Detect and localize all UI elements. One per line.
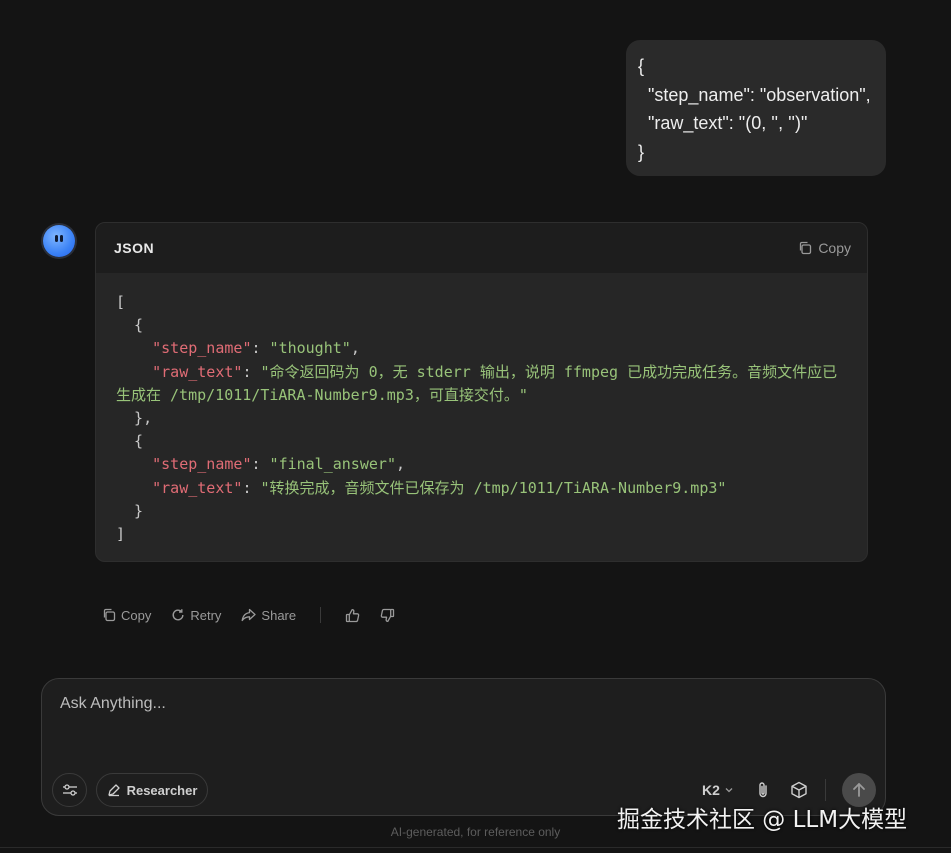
paperclip-icon xyxy=(755,781,771,799)
code-line: "raw_text": "转换完成，音频文件已保存为 /tmp/1011/TiA… xyxy=(152,478,727,497)
code-line: [ xyxy=(116,293,126,311)
copy-message-button[interactable]: Copy xyxy=(102,608,151,623)
assistant-avatar xyxy=(43,225,75,257)
share-button[interactable]: Share xyxy=(241,608,296,623)
code-line: "step_name": "final_answer", xyxy=(152,455,405,474)
attach-button[interactable] xyxy=(752,779,774,801)
copy-icon xyxy=(102,608,116,622)
chat-input-box: Researcher K2 xyxy=(41,678,886,816)
thumbs-down-icon xyxy=(380,608,395,623)
code-block: JSON Copy [ { "step_name": "thought", "r… xyxy=(95,222,868,562)
avatar-eye-left xyxy=(55,235,58,242)
share-icon xyxy=(241,608,257,622)
code-line: { xyxy=(116,316,144,335)
avatar-eye-right xyxy=(60,235,63,242)
code-line: } xyxy=(116,501,144,520)
arrow-up-icon xyxy=(852,782,866,798)
model-label: K2 xyxy=(702,782,720,798)
input-divider xyxy=(825,779,826,801)
model-selector[interactable]: K2 xyxy=(702,782,734,798)
sliders-icon xyxy=(62,783,78,797)
code-block-header: JSON Copy xyxy=(96,223,867,273)
retry-label: Retry xyxy=(190,607,222,623)
code-line: { xyxy=(116,432,144,451)
code-copy-button[interactable]: Copy xyxy=(798,240,851,256)
settings-button[interactable] xyxy=(52,773,87,807)
copy-label: Copy xyxy=(121,607,152,623)
code-line: "step_name": "thought", xyxy=(152,339,360,358)
chat-input[interactable] xyxy=(60,695,860,745)
chevron-down-icon xyxy=(724,785,734,795)
user-message-text: { "step_name": "observation", "raw_text"… xyxy=(638,56,871,162)
retry-icon xyxy=(171,608,185,622)
code-line: "raw_text": "命令返回码为 0，无 stderr 输出，说明 ffm… xyxy=(116,362,838,404)
message-action-bar: Copy Retry Share xyxy=(102,607,395,623)
pen-nib-icon xyxy=(107,783,121,797)
researcher-button[interactable]: Researcher xyxy=(96,773,208,807)
share-label: Share xyxy=(261,607,297,623)
action-divider xyxy=(320,607,322,623)
researcher-label: Researcher xyxy=(126,782,198,798)
user-message-bubble: { "step_name": "observation", "raw_text"… xyxy=(626,40,886,176)
code-copy-label: Copy xyxy=(818,240,851,256)
retry-button[interactable]: Retry xyxy=(171,608,221,623)
code-content: [ { "step_name": "thought", "raw_text": … xyxy=(96,273,867,561)
code-line: ] xyxy=(116,525,126,544)
code-line: }, xyxy=(116,409,153,428)
thumbs-down-button[interactable] xyxy=(380,608,395,623)
watermark: 掘金技术社区 @ LLM大模型 xyxy=(617,807,908,833)
copy-icon xyxy=(798,241,812,255)
cube-icon xyxy=(790,781,808,799)
code-language-label: JSON xyxy=(114,240,155,256)
bottom-border xyxy=(0,847,951,848)
cube-button[interactable] xyxy=(788,779,810,801)
thumbs-up-button[interactable] xyxy=(345,608,360,623)
thumbs-up-icon xyxy=(345,608,360,623)
